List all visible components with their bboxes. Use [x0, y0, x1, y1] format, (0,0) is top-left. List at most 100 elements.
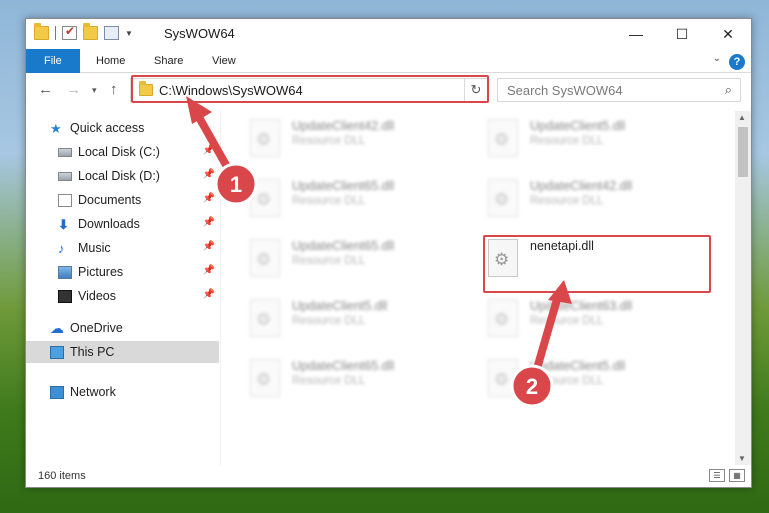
sidebar-item-label: Local Disk (C:) — [78, 145, 160, 159]
customize-toolbar-icon[interactable] — [104, 26, 119, 40]
dll-file-icon — [488, 179, 518, 217]
file-item[interactable]: UpdateClient5.dll Resource DLL — [480, 115, 710, 163]
disk-icon — [58, 171, 72, 181]
file-item[interactable]: UpdateClient65.dll Resource DLL — [242, 235, 472, 283]
dll-file-icon — [488, 239, 518, 277]
details-view-icon[interactable]: ☰ — [709, 469, 725, 482]
address-bar[interactable]: C:\Windows\SysWOW64 ▾ — [130, 78, 486, 102]
sidebar-item-label: Music — [78, 241, 111, 255]
scroll-up-icon[interactable]: ▲ — [738, 113, 746, 122]
dll-file-icon — [250, 359, 280, 397]
file-name: UpdateClient65.dll — [292, 179, 395, 193]
pin-icon: 📌 — [202, 265, 215, 276]
sidebar-item-label: Documents — [78, 193, 142, 207]
sidebar-item-quick-access[interactable]: ★ Quick access — [26, 117, 219, 139]
sidebar-item-local-disk-d[interactable]: Local Disk (D:) 📌 — [26, 165, 219, 187]
file-name: nenetapi.dll — [530, 239, 594, 253]
dll-file-icon — [250, 239, 280, 277]
file-item[interactable]: UpdateClient42.dll Resource DLL — [480, 175, 710, 223]
pin-icon: 📌 — [202, 193, 215, 204]
dll-file-icon — [250, 179, 280, 217]
pin-icon: 📌 — [202, 169, 215, 180]
large-icons-view-icon[interactable]: ▦ — [729, 469, 745, 482]
scroll-down-icon[interactable]: ▼ — [738, 454, 746, 463]
new-folder-icon[interactable] — [83, 23, 98, 40]
file-type: Resource DLL — [292, 135, 366, 147]
tab-home[interactable]: Home — [82, 49, 139, 73]
navigation-bar: ← → ▾ ↑ C:\Windows\SysWOW64 ▾ ↻ Search S… — [26, 75, 751, 105]
file-item-nenetapi[interactable]: nenetapi.dll — [480, 235, 710, 283]
sidebar-item-music[interactable]: ♪ Music 📌 — [26, 237, 219, 259]
folder-icon — [34, 23, 49, 40]
file-name: UpdateClient65.dll — [292, 359, 395, 373]
back-arrow-icon[interactable]: ← — [38, 81, 53, 98]
file-type: Resource DLL — [530, 135, 604, 147]
file-name: UpdateClient5.dll — [530, 119, 626, 133]
sidebar-item-downloads[interactable]: ⬇ Downloads 📌 — [26, 213, 219, 235]
expand-ribbon-icon[interactable]: ⌄ — [713, 53, 721, 64]
pin-icon: 📌 — [202, 289, 215, 300]
file-name: UpdateClient65.dll — [292, 239, 395, 253]
scrollbar-thumb[interactable] — [738, 127, 748, 177]
sidebar-item-this-pc[interactable]: This PC — [26, 341, 219, 363]
file-type: Resource DLL — [530, 315, 604, 327]
pin-icon: 📌 — [202, 217, 215, 228]
pin-icon: 📌 — [202, 145, 215, 156]
search-input[interactable]: Search SysWOW64 ⌕ — [497, 78, 741, 102]
dll-file-icon — [488, 299, 518, 337]
minimize-button[interactable]: — — [613, 19, 659, 49]
search-placeholder: Search SysWOW64 — [507, 82, 623, 98]
documents-icon — [58, 193, 72, 207]
file-item[interactable]: UpdateClient65.dll Resource DLL — [242, 175, 472, 223]
file-name: UpdateClient63.dll — [530, 299, 633, 313]
tab-share[interactable]: Share — [140, 49, 197, 73]
vertical-scrollbar[interactable]: ▲ ▼ — [735, 111, 751, 465]
file-item[interactable]: UpdateClient65.dll Resource DLL — [242, 355, 472, 403]
videos-icon — [58, 289, 72, 303]
maximize-button[interactable]: ☐ — [659, 19, 705, 49]
properties-check-icon[interactable] — [62, 24, 77, 40]
forward-arrow-icon[interactable]: → — [66, 81, 81, 98]
sidebar-item-label: Downloads — [78, 217, 140, 231]
sidebar-item-label: Local Disk (D:) — [78, 169, 160, 183]
sidebar-item-documents[interactable]: Documents 📌 — [26, 189, 219, 211]
refresh-button[interactable]: ↻ — [464, 78, 488, 102]
navigation-pane: ★ Quick access Local Disk (C:) 📌 Local D… — [26, 111, 219, 465]
search-icon: ⌕ — [724, 82, 732, 97]
file-item[interactable]: UpdateClient42.dll Resource DLL — [242, 115, 472, 163]
pane-divider[interactable] — [220, 111, 221, 465]
sidebar-item-pictures[interactable]: Pictures 📌 — [26, 261, 219, 283]
toolbar-divider — [55, 26, 56, 40]
disk-icon — [58, 147, 72, 157]
ribbon-tabs: File Home Share View ⌄ ? — [26, 49, 751, 73]
tab-file[interactable]: File — [26, 49, 80, 73]
window-title: SysWOW64 — [164, 26, 235, 41]
file-item[interactable]: UpdateClient5.dll Resource DLL — [480, 355, 710, 403]
sidebar-item-label: Videos — [78, 289, 116, 303]
sidebar-item-network[interactable]: Network — [26, 381, 219, 403]
dll-file-icon — [250, 119, 280, 157]
sidebar-item-onedrive[interactable]: ☁ OneDrive — [26, 317, 219, 339]
tab-view[interactable]: View — [198, 49, 250, 73]
status-bar: 160 items ☰ ▦ — [26, 465, 751, 487]
help-icon[interactable]: ? — [729, 54, 745, 70]
folder-icon — [139, 81, 153, 96]
address-path[interactable]: C:\Windows\SysWOW64 — [159, 83, 303, 98]
file-item[interactable]: UpdateClient63.dll Resource DLL — [480, 295, 710, 343]
recent-locations-chevron-icon[interactable]: ▾ — [92, 85, 97, 96]
dll-file-icon — [250, 299, 280, 337]
sidebar-item-local-disk-c[interactable]: Local Disk (C:) 📌 — [26, 141, 219, 163]
chevron-down-icon[interactable]: ▼ — [125, 29, 133, 38]
sidebar-item-label: This PC — [70, 345, 115, 359]
file-name: UpdateClient5.dll — [530, 359, 626, 373]
up-arrow-icon[interactable]: ↑ — [110, 81, 118, 98]
sidebar-item-label: Quick access — [70, 121, 145, 135]
sidebar-item-videos[interactable]: Videos 📌 — [26, 285, 219, 307]
music-icon: ♪ — [58, 240, 65, 256]
sidebar-item-label: Pictures — [78, 265, 124, 279]
pictures-icon — [58, 265, 72, 279]
sidebar-item-label: OneDrive — [70, 321, 123, 335]
close-button[interactable]: ✕ — [705, 19, 751, 49]
file-item[interactable]: UpdateClient5.dll Resource DLL — [242, 295, 472, 343]
onedrive-icon: ☁ — [50, 319, 64, 336]
